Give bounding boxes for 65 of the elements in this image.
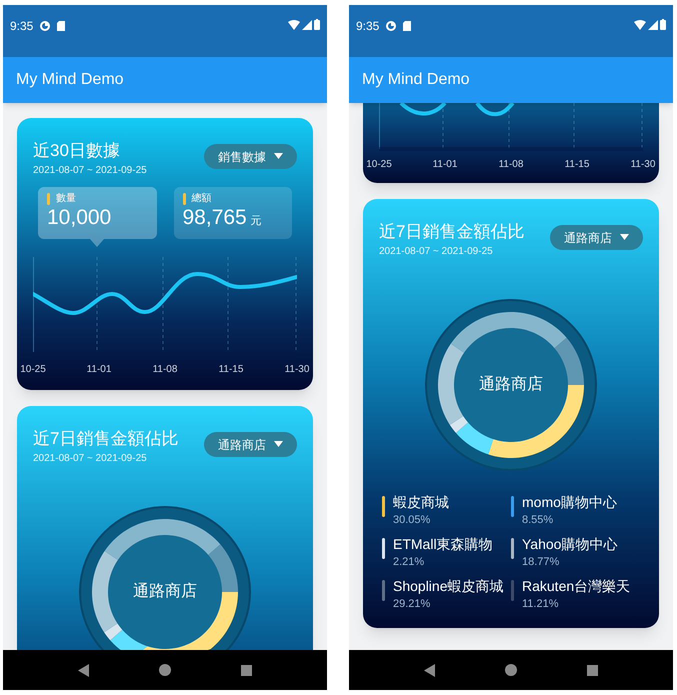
card-title: 近7日銷售金額佔比 — [379, 221, 524, 243]
signal-icon — [302, 20, 312, 30]
donut-center-label: 通路商店 — [479, 375, 543, 395]
dropdown-button[interactable]: 通路商店 — [204, 432, 297, 457]
date-range: 2021-08-07 ~ 2021-09-25 — [379, 245, 494, 259]
axis-label: 10-25 — [19, 363, 47, 377]
axis-label: 11-08 — [152, 363, 178, 377]
donut-center-label: 通路商店 — [133, 582, 197, 602]
axis-label: 11-01 — [86, 363, 112, 377]
axis-label: 11-08 — [498, 158, 524, 172]
caret-icon — [620, 234, 629, 241]
dropdown-button[interactable]: 銷售數據 — [204, 144, 297, 169]
legend-name: ETMall東森購物 — [393, 535, 493, 554]
axis-label: 10-25 — [365, 158, 393, 172]
legend-percent: 11.21% — [522, 597, 560, 612]
stat-label: 總額 — [192, 193, 212, 205]
pointer-icon — [90, 239, 104, 247]
legend-percent: 29.21% — [393, 597, 432, 612]
card-title: 近30日數據 — [33, 140, 121, 162]
marker-bar — [182, 193, 186, 205]
dropdown-button[interactable]: 通路商店 — [550, 225, 643, 250]
axis-label: 11-15 — [218, 363, 244, 377]
status-time: 9:35 — [356, 19, 380, 33]
data-saver-icon — [40, 21, 50, 31]
date-range: 2021-08-07 ~ 2021-09-25 — [33, 452, 148, 466]
wifi-icon — [634, 20, 646, 30]
data-saver-icon — [386, 21, 396, 31]
status-time: 9:35 — [10, 19, 34, 33]
legend-percent: 2.21% — [393, 555, 426, 570]
caret-icon — [274, 153, 283, 160]
date-range: 2021-08-07 ~ 2021-09-25 — [33, 164, 147, 178]
sd-card-icon — [403, 21, 412, 31]
marker-bar — [47, 193, 50, 205]
card-title: 近7日銷售金額佔比 — [33, 428, 178, 450]
wifi-icon — [288, 20, 300, 30]
stat-value: 98,765 — [182, 205, 247, 231]
signal-icon — [648, 20, 658, 30]
legend-percent: 8.55% — [522, 513, 554, 528]
recents-icon[interactable] — [587, 664, 598, 676]
back-icon[interactable] — [424, 664, 435, 676]
legend-percent: 18.77% — [522, 555, 560, 570]
app-title: My Mind Demo — [362, 70, 470, 90]
stat-unit: 元 — [250, 214, 262, 229]
stat-box[interactable]: 總額 98,765 元 — [174, 187, 292, 239]
home-icon[interactable] — [159, 664, 171, 676]
legend-name: Yahoo購物中心 — [522, 535, 618, 554]
app-title: My Mind Demo — [16, 70, 124, 90]
back-icon[interactable] — [78, 664, 89, 676]
recents-icon[interactable] — [241, 664, 252, 676]
stat-label: 數量 — [56, 193, 76, 205]
axis-label: 11-30 — [284, 363, 310, 377]
axis-label: 11-15 — [564, 158, 590, 172]
legend-name: Shopline蝦皮商城 — [393, 577, 504, 596]
legend-name: momo購物中心 — [522, 493, 617, 512]
axis-label: 11-30 — [630, 158, 656, 172]
home-icon[interactable] — [505, 664, 517, 676]
legend-name: Rakuten台灣樂天 — [522, 577, 630, 596]
legend-percent: 30.05% — [393, 513, 432, 528]
battery-icon — [314, 19, 320, 30]
sd-card-icon — [57, 21, 66, 31]
battery-icon — [660, 19, 666, 30]
axis-label: 11-01 — [432, 158, 458, 172]
legend-name: 蝦皮商城 — [393, 493, 449, 512]
stat-value: 10,000 — [47, 205, 112, 231]
caret-icon — [274, 441, 283, 448]
